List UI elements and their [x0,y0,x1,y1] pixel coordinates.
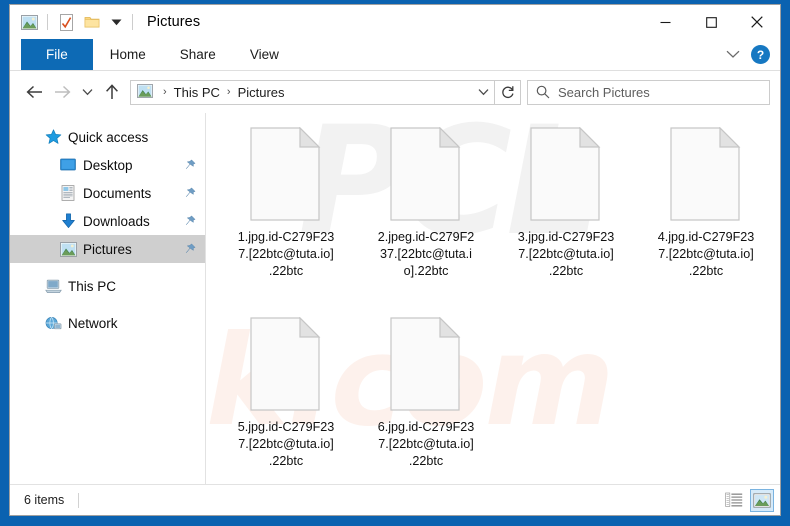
sidebar-item-this-pc[interactable]: This PC [10,272,205,300]
explorer-body: Quick access Desktop Documents Downloads… [10,113,780,484]
tab-file[interactable]: File [21,39,93,70]
generic-file-icon [390,126,462,221]
file-name: 3.jpg.id-C279F23 7.[22btc@tuta.io] .22bt… [517,230,615,278]
file-name: 5.jpg.id-C279F23 7.[22btc@tuta.io] .22bt… [237,420,335,468]
file-item[interactable]: 5.jpg.id-C279F23 7.[22btc@tuta.io] .22bt… [216,313,356,484]
file-item[interactable]: 2.jpeg.id-C279F2 37.[22btc@tuta.i o].22b… [356,123,496,313]
sidebar-item-documents[interactable]: Documents [10,179,205,207]
downloads-icon [59,212,77,230]
help-icon[interactable]: ? [751,45,770,64]
sidebar-item-pictures[interactable]: Pictures [10,235,205,263]
large-icons-view-button[interactable] [750,488,774,512]
search-icon [534,84,551,101]
generic-file-icon [530,126,602,221]
recent-locations-icon[interactable] [76,77,98,107]
ribbon-tab-strip: File Home Share View ? [10,39,780,71]
generic-file-icon [250,316,322,411]
pictures-icon [59,240,77,258]
search-input[interactable]: Search Pictures [558,85,650,100]
minimize-button[interactable] [642,5,688,39]
details-view-button[interactable] [722,489,746,512]
generic-file-icon [670,126,742,221]
breadcrumb-separator-2[interactable]: › [222,86,236,98]
sidebar-item-label: Documents [83,185,152,201]
desktop-icon [59,156,77,174]
sidebar-item-network[interactable]: Network [10,309,205,337]
sidebar-item-label: Downloads [83,213,150,229]
view-mode-buttons [722,488,774,512]
tab-share[interactable]: Share [163,39,233,70]
forward-button[interactable] [48,77,76,107]
breadcrumb-separator-1[interactable]: › [158,86,172,98]
sidebar-item-label: Quick access [68,129,149,145]
file-grid: 1.jpg.id-C279F23 7.[22btc@tuta.io] .22bt… [206,113,780,484]
sidebar-item-downloads[interactable]: Downloads [10,207,205,235]
refresh-button[interactable] [495,79,521,105]
documents-icon [59,184,77,202]
generic-file-icon [250,126,322,221]
window-controls [642,5,780,39]
breadcrumb-this-pc[interactable]: This PC [172,85,222,100]
status-bar: 6 items [10,484,780,515]
file-explorer-window: Pictures File Home Share View ? › This P… [9,4,781,516]
file-item[interactable]: 1.jpg.id-C279F23 7.[22btc@tuta.io] .22bt… [216,123,356,313]
item-count-label: 6 items [24,493,65,507]
pictures-folder-icon[interactable] [18,11,40,33]
up-button[interactable] [98,77,126,107]
sidebar-item-label: Network [68,315,118,331]
file-name: 4.jpg.id-C279F23 7.[22btc@tuta.io] .22bt… [657,230,755,278]
file-item[interactable]: 3.jpg.id-C279F23 7.[22btc@tuta.io] .22bt… [496,123,636,313]
sidebar-item-quick-access[interactable]: Quick access [10,123,205,151]
breadcrumb-pictures[interactable]: Pictures [236,85,287,100]
sidebar-item-desktop[interactable]: Desktop [10,151,205,179]
customize-chevron-icon[interactable] [107,12,125,32]
address-dropdown-icon[interactable] [472,88,494,96]
window-title: Pictures [147,14,201,30]
address-bar[interactable]: › This PC › Pictures [130,79,495,105]
ribbon-right-controls: ? [721,39,776,70]
toolbar-separator-1 [47,14,48,30]
back-button[interactable] [20,77,48,107]
search-box[interactable]: Search Pictures [527,79,770,105]
tab-view[interactable]: View [233,39,296,70]
pin-icon[interactable] [183,186,197,200]
file-item[interactable]: 6.jpg.id-C279F23 7.[22btc@tuta.io] .22bt… [356,313,496,484]
tab-home[interactable]: Home [93,39,163,70]
sidebar-item-label: This PC [68,278,117,294]
this-pc-icon [44,277,62,295]
generic-file-icon [390,316,462,411]
sidebar-item-label: Desktop [83,157,133,173]
address-bar-row: › This PC › Pictures Search Pictures [10,71,780,113]
star-icon [44,128,62,146]
new-folder-icon[interactable] [81,11,103,33]
properties-icon[interactable] [55,11,77,33]
pin-icon[interactable] [183,214,197,228]
sidebar-item-label: Pictures [83,241,132,257]
chevron-down-icon[interactable] [721,43,745,67]
pin-icon[interactable] [183,242,197,256]
network-icon [44,314,62,332]
file-list-pane[interactable]: PCL risk.com 1.jpg.id-C279F23 7.[22btc@t… [206,113,780,484]
quick-access-toolbar [10,11,136,33]
title-bar: Pictures [10,5,780,39]
file-name: 1.jpg.id-C279F23 7.[22btc@tuta.io] .22bt… [237,230,335,278]
file-name: 6.jpg.id-C279F23 7.[22btc@tuta.io] .22bt… [377,420,475,468]
maximize-button[interactable] [688,5,734,39]
status-separator [78,492,80,508]
file-name: 2.jpeg.id-C279F2 37.[22btc@tuta.i o].22b… [377,230,475,278]
pictures-breadcrumb-icon [137,84,153,100]
file-item[interactable]: 4.jpg.id-C279F23 7.[22btc@tuta.io] .22bt… [636,123,776,313]
toolbar-separator-2 [132,14,133,30]
navigation-pane: Quick access Desktop Documents Downloads… [10,113,206,484]
close-button[interactable] [734,5,780,39]
pin-icon[interactable] [183,158,197,172]
